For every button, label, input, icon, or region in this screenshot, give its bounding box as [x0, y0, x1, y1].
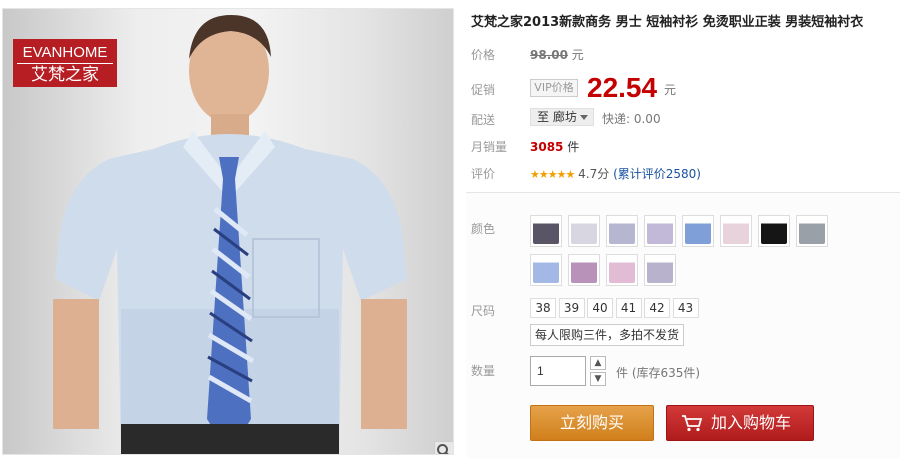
review-count-link[interactable]: (累计评价2580) — [613, 167, 701, 181]
swatch-shirt-thumbnail — [799, 218, 825, 244]
zoom-button[interactable] — [434, 441, 453, 454]
review-label: 评价 — [471, 167, 496, 181]
size-option[interactable]: 38 — [530, 298, 556, 318]
purchase-limit-note: 每人限购三件，多拍不发货 — [530, 324, 684, 346]
quantity-label: 数量 — [471, 364, 496, 378]
quantity-decrease-button[interactable]: ▼ — [590, 372, 606, 386]
color-swatch[interactable] — [720, 215, 752, 247]
stock-info: 件 (库存635件) — [616, 366, 701, 380]
original-price-value: 98.00 — [530, 48, 568, 62]
rating-score: 4.7分 — [578, 167, 610, 181]
swatch-shirt-thumbnail — [647, 257, 673, 283]
swatch-shirt-thumbnail — [533, 257, 559, 283]
size-option[interactable]: 43 — [672, 298, 699, 318]
rating: ★★★★★ 4.7分 (累计评价2580) — [530, 165, 701, 182]
monthly-sales-unit: 件 — [567, 140, 580, 154]
star-rating-icon: ★★★★★ — [530, 168, 575, 181]
product-image[interactable]: EVANHOME 艾梵之家 — [2, 8, 454, 455]
size-option[interactable]: 42 — [644, 298, 670, 318]
color-swatch[interactable] — [644, 215, 676, 247]
swatch-shirt-thumbnail — [609, 257, 635, 283]
color-swatch[interactable] — [682, 215, 714, 247]
color-swatch[interactable] — [530, 254, 562, 286]
swatch-shirt-thumbnail — [761, 218, 787, 244]
monthly-sales-count: 3085 — [530, 140, 564, 154]
buy-now-button[interactable]: 立刻购买 — [530, 405, 654, 441]
size-option[interactable]: 39 — [558, 298, 585, 318]
swatch-shirt-thumbnail — [609, 218, 635, 244]
quantity-input[interactable] — [530, 356, 586, 386]
color-label: 颜色 — [471, 222, 496, 236]
swatch-shirt-thumbnail — [685, 218, 711, 244]
color-swatch[interactable] — [758, 215, 790, 247]
shipping-label: 配送 — [471, 113, 496, 127]
promo-price: 22.54 — [587, 72, 658, 103]
swatch-shirt-thumbnail — [533, 218, 559, 244]
promo-label: 促销 — [471, 83, 496, 97]
add-to-cart-button[interactable]: 加入购物车 — [666, 405, 814, 441]
shipping-destination-dropdown[interactable]: 至 廊坊 — [530, 108, 594, 126]
chevron-down-icon — [580, 115, 588, 120]
swatch-shirt-thumbnail — [723, 218, 749, 244]
color-swatch[interactable] — [606, 215, 638, 247]
brand-name-en: EVANHOME — [17, 39, 113, 64]
color-swatch[interactable] — [606, 254, 638, 286]
size-label: 尺码 — [471, 304, 496, 318]
color-swatch[interactable] — [796, 215, 828, 247]
cart-icon — [682, 415, 703, 432]
swatch-shirt-thumbnail — [571, 218, 597, 244]
swatch-shirt-thumbnail — [571, 257, 597, 283]
color-swatch[interactable] — [530, 215, 562, 247]
color-swatch[interactable] — [644, 254, 676, 286]
shipping-destination: 至 廊坊 — [537, 110, 577, 124]
express-fee: 快递: 0.00 — [602, 112, 661, 126]
vip-price-tag: VIP价格 — [530, 79, 578, 97]
quantity-increase-button[interactable]: ▲ — [590, 356, 606, 370]
color-swatch[interactable] — [568, 254, 600, 286]
color-swatch[interactable] — [568, 215, 600, 247]
size-option[interactable]: 41 — [615, 298, 642, 318]
magnifier-icon — [437, 444, 449, 454]
size-option[interactable]: 40 — [587, 298, 613, 318]
product-title: 艾梵之家2013新款商务 男士 短袖衬衫 免烫职业正装 男装短袖衬衣 — [471, 15, 864, 30]
brand-logo: EVANHOME 艾梵之家 — [13, 39, 117, 87]
original-price-unit: 元 — [571, 48, 584, 62]
promo-price-unit: 元 — [664, 83, 677, 97]
price-label: 价格 — [471, 48, 496, 62]
monthly-sales-label: 月销量 — [471, 140, 508, 154]
original-price: 98.00 元 — [530, 46, 584, 63]
monthly-sales: 3085 件 — [530, 138, 579, 155]
add-to-cart-label: 加入购物车 — [711, 413, 792, 432]
swatch-shirt-thumbnail — [647, 218, 673, 244]
brand-name-cn: 艾梵之家 — [31, 65, 99, 85]
